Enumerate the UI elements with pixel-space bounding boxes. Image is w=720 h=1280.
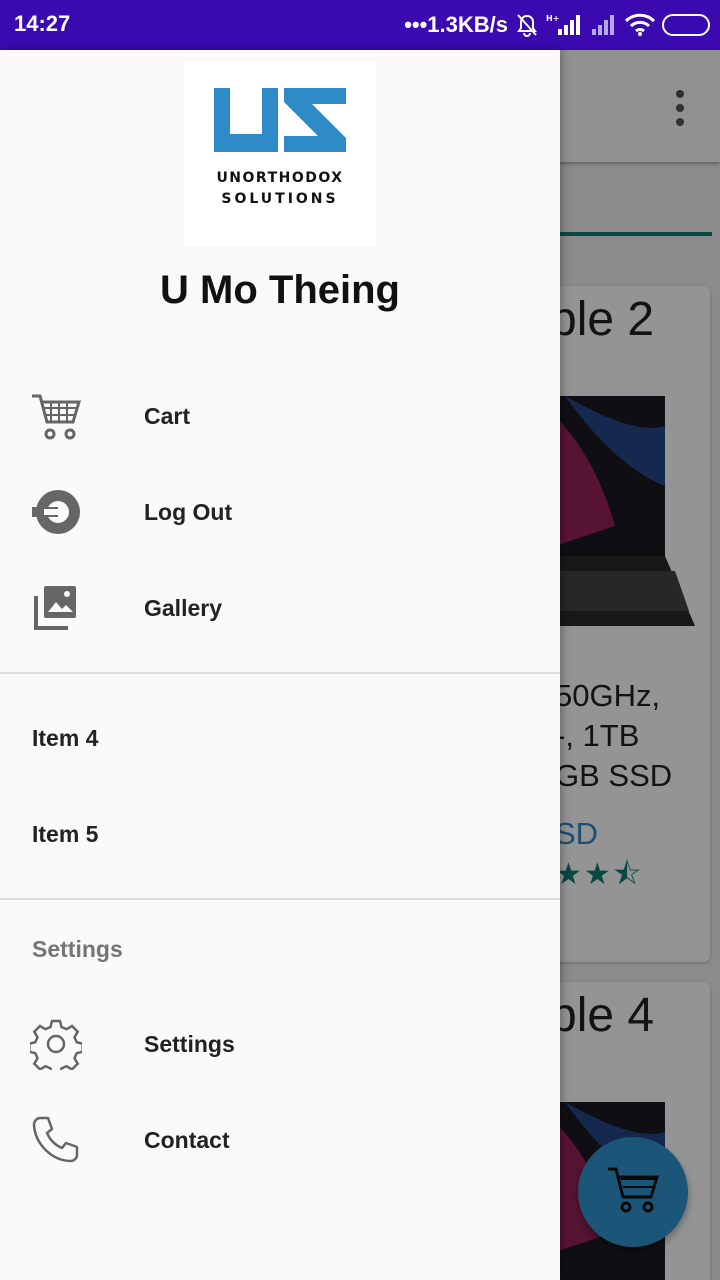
menu-item-contact[interactable]: Contact [0, 1092, 560, 1188]
signal-icon [590, 13, 618, 37]
menu-divider [0, 898, 560, 900]
logo-line2: SOLUTIONS [221, 191, 339, 207]
menu-item-4[interactable]: Item 4 [0, 690, 560, 786]
menu-item-logout[interactable]: Log Out [0, 464, 560, 560]
menu-label: Item 4 [32, 724, 99, 751]
battery-level: 51 [677, 16, 695, 34]
section-header-settings: Settings [32, 936, 123, 962]
menu-item-gallery[interactable]: Gallery [0, 560, 560, 656]
menu-label: Item 5 [32, 820, 99, 847]
logout-icon [30, 486, 82, 538]
menu-label: Log Out [144, 498, 233, 525]
menu-item-settings[interactable]: Settings [0, 996, 560, 1092]
company-logo: UNORTHODOX SOLUTIONS [184, 62, 376, 246]
menu-label: Contact [144, 1126, 230, 1153]
signal-h-plus-icon: H+ [546, 13, 584, 37]
status-time: 14:27 [14, 11, 71, 36]
menu-label: Cart [144, 402, 191, 429]
menu-label: Gallery [144, 594, 222, 621]
mute-bell-icon [514, 12, 540, 38]
user-name: U Mo Theing [160, 268, 400, 312]
menu-item-cart[interactable]: Cart [0, 368, 560, 464]
gallery-icon [30, 582, 82, 634]
logo-mark [214, 88, 346, 152]
menu-divider [0, 672, 560, 674]
cart-icon [30, 390, 82, 442]
logo-line1: UNORTHODOX [216, 170, 344, 186]
status-bar: 14:27 •••1.3KB/s H+ 51 [0, 0, 720, 50]
gear-icon [30, 1018, 82, 1070]
wifi-icon [624, 13, 656, 37]
battery-indicator: 51 [662, 14, 710, 36]
phone-icon [30, 1114, 82, 1166]
navigation-drawer: UNORTHODOX SOLUTIONS U Mo Theing Cart Lo… [0, 50, 560, 1280]
status-icons: •••1.3KB/s H+ 51 [404, 9, 710, 41]
svg-text:H+: H+ [546, 14, 559, 23]
menu-label: Settings [144, 1030, 235, 1057]
menu-item-5[interactable]: Item 5 [0, 786, 560, 882]
network-speed: •••1.3KB/s [404, 12, 508, 37]
